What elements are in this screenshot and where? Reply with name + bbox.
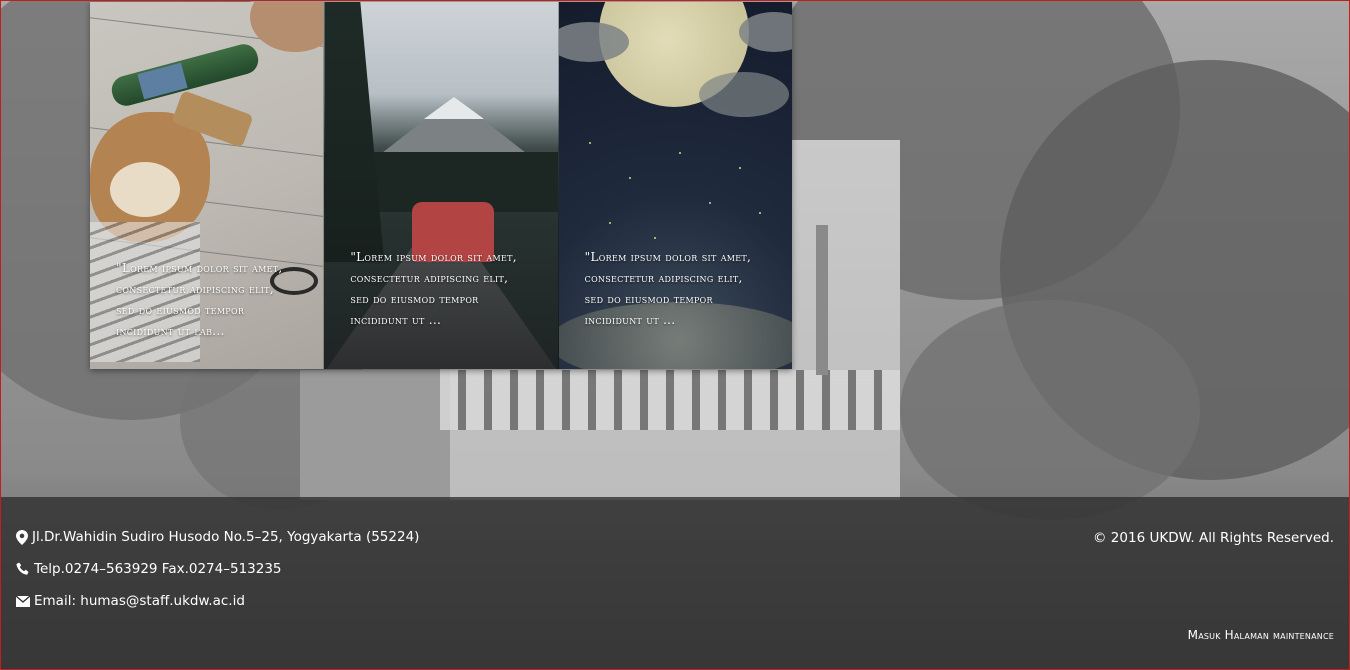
email-text[interactable]: Email: humas@staff.ukdw.ac.id bbox=[34, 593, 245, 609]
card-moon[interactable]: "Lorem ipsum dolor sit amet, consectetur… bbox=[558, 2, 792, 369]
copyright-text: © 2016 UKDW. All Rights Reserved. bbox=[1093, 530, 1334, 546]
map-marker-icon bbox=[16, 529, 28, 545]
footer-address: Jl.Dr.Wahidin Sudiro Husodo No.5–25, Yog… bbox=[16, 529, 419, 545]
phone-text: Telp.0274–563929 Fax.0274–513235 bbox=[34, 561, 282, 577]
card-text: "Lorem ipsum dolor sit amet, consectetur… bbox=[350, 250, 517, 327]
address-text: Jl.Dr.Wahidin Sudiro Husodo No.5–25, Yog… bbox=[32, 529, 420, 545]
phone-icon bbox=[16, 562, 30, 576]
card-road[interactable]: "Lorem ipsum dolor sit amet, consectetur… bbox=[324, 2, 559, 369]
site-footer: Jl.Dr.Wahidin Sudiro Husodo No.5–25, Yog… bbox=[0, 497, 1350, 670]
feature-cards: "Lorem ipsum dolor sit amet, consectetur… bbox=[90, 2, 792, 369]
footer-phone: Telp.0274–563929 Fax.0274–513235 bbox=[16, 561, 282, 577]
card-text: "Lorem ipsum dolor sit amet, consectetur… bbox=[584, 250, 752, 327]
footer-email: Email: humas@staff.ukdw.ac.id bbox=[16, 593, 245, 609]
card-text: "Lorem ipsum dolor sit amet, consectetur… bbox=[116, 261, 283, 338]
maintenance-link[interactable]: Masuk Halaman maintenance bbox=[1188, 628, 1334, 642]
envelope-icon bbox=[16, 595, 30, 607]
card-picnic[interactable]: "Lorem ipsum dolor sit amet, consectetur… bbox=[90, 2, 325, 369]
